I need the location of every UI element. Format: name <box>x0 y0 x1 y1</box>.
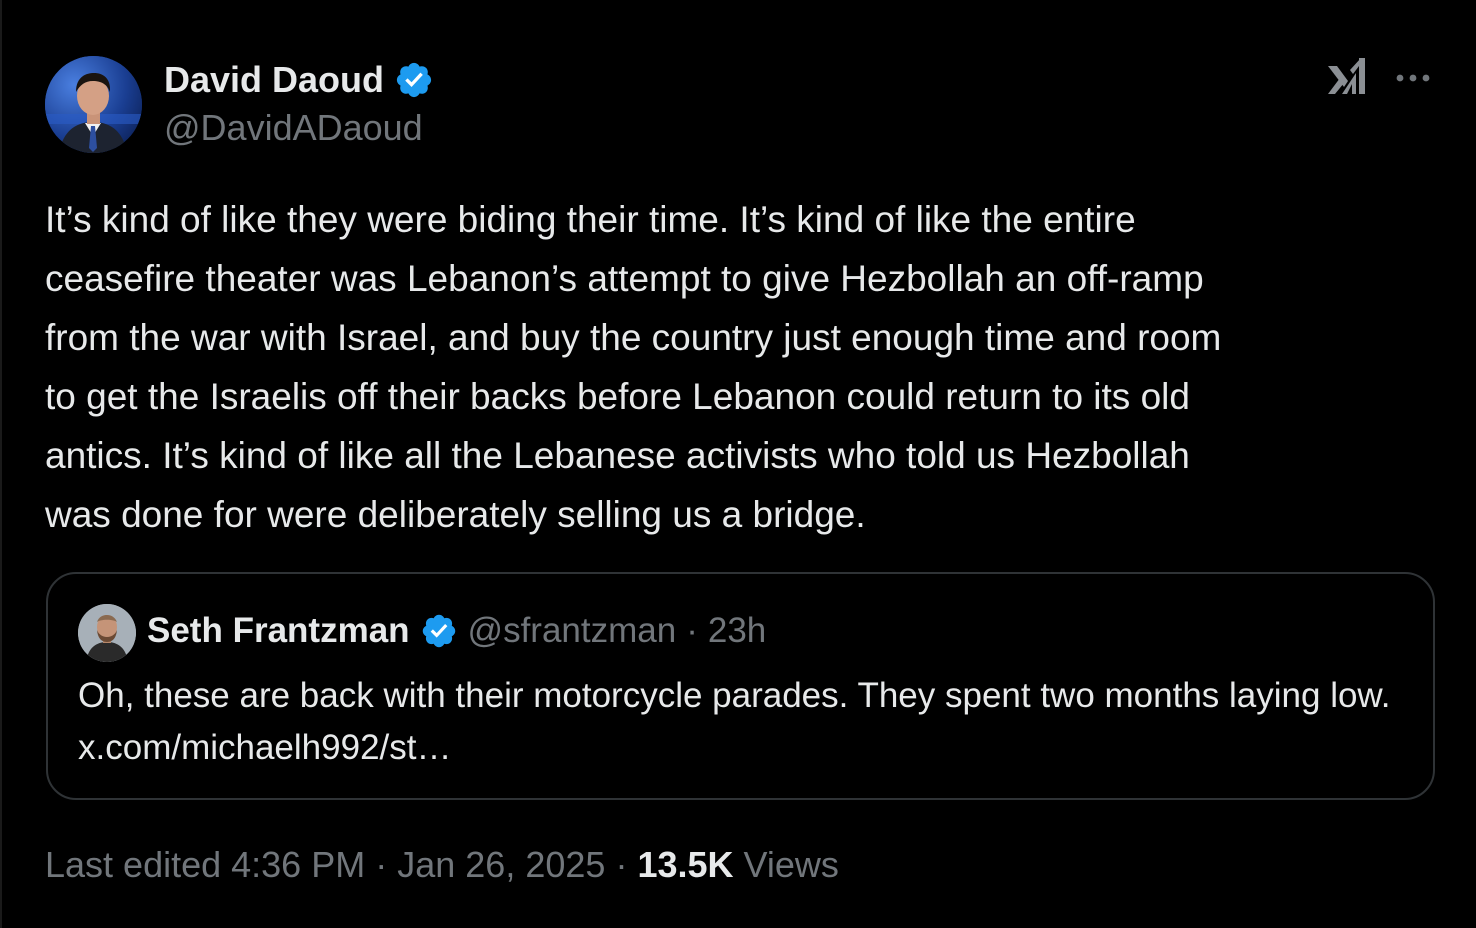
tweet-text: It’s kind of like they were biding their… <box>45 199 1222 535</box>
author-handle[interactable]: @DavidADaoud <box>164 106 423 150</box>
quoted-header: Seth Frantzman @sfrantzman · 23h <box>147 610 766 652</box>
meta-separator: · <box>615 844 628 885</box>
quoted-author-handle[interactable]: @sfrantzman <box>468 610 677 652</box>
quoted-tweet[interactable]: Seth Frantzman @sfrantzman · 23h Oh, the… <box>46 572 1435 800</box>
post-date[interactable]: Jan 26, 2025 <box>397 844 605 885</box>
edited-timestamp[interactable]: Last edited 4:36 PM <box>45 844 365 885</box>
tweet-metadata: Last edited 4:36 PM · Jan 26, 2025 · 13.… <box>45 842 839 888</box>
tweet-card: David Daoud @DavidADaoud It’s kind of li… <box>0 0 1476 928</box>
verified-badge-icon <box>394 60 434 100</box>
quoted-tweet-text: Oh, these are back with their motorcycle… <box>78 676 1391 767</box>
quoted-separator: · <box>686 611 698 650</box>
quoted-timestamp[interactable]: 23h <box>708 610 766 652</box>
quoted-author-name[interactable]: Seth Frantzman <box>147 610 410 652</box>
x-logo-icon[interactable] <box>1326 56 1368 98</box>
quoted-verified-badge-icon <box>420 612 458 650</box>
author-avatar[interactable] <box>45 56 142 153</box>
views-label: Views <box>743 844 839 885</box>
more-options-icon[interactable] <box>1394 64 1434 92</box>
meta-separator: · <box>375 844 388 885</box>
quoted-avatar-image <box>78 604 136 662</box>
author-avatar-image <box>45 56 142 153</box>
views-count[interactable]: 13.5K <box>637 844 733 885</box>
quoted-author-avatar[interactable] <box>78 604 136 662</box>
author-name[interactable]: David Daoud <box>164 58 384 102</box>
author-name-row[interactable]: David Daoud <box>164 58 434 102</box>
